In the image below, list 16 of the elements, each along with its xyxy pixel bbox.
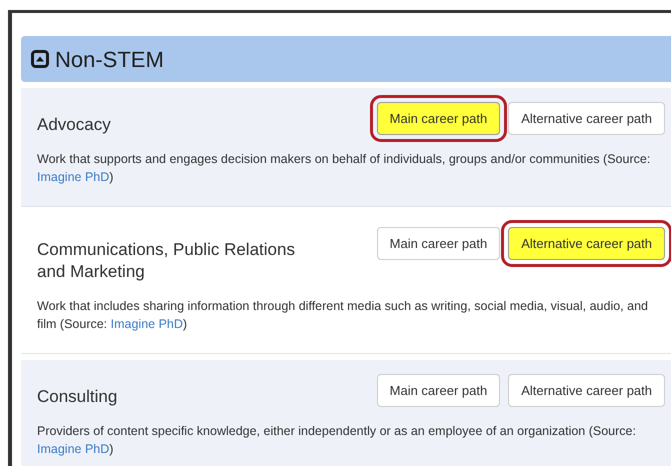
- career-description: Work that includes sharing information through different media such as writing, social media, visual, audio, and film (Source: Imagine PhD): [37, 298, 649, 333]
- career-path-button[interactable]: Alternative career path: [508, 374, 665, 407]
- career-description: Providers of content specific knowledge, either independently or as an employee of an organization (Source: Imagine PhD): [37, 423, 637, 458]
- career-path-button[interactable]: Alternative career path: [508, 102, 665, 135]
- source-link[interactable]: Imagine PhD: [37, 442, 110, 456]
- panel-title: Non-STEM: [55, 46, 164, 74]
- career-name: Consulting: [37, 386, 118, 408]
- career-name: Advocacy: [37, 114, 112, 136]
- collapse-icon: [31, 50, 49, 68]
- career-path-button[interactable]: Main career path: [376, 227, 500, 260]
- source-link[interactable]: Imagine PhD: [110, 317, 183, 331]
- career-path-button[interactable]: Main career path: [376, 374, 500, 407]
- source-link[interactable]: Imagine PhD: [37, 170, 110, 184]
- career-description: Work that supports and engages decision makers on behalf of individuals, groups and/or communities (Source: Imagine PhD): [37, 151, 652, 186]
- panel-header[interactable]: Non-STEM: [21, 36, 671, 82]
- career-name: Communications, Public Relations and Marketing: [37, 239, 296, 283]
